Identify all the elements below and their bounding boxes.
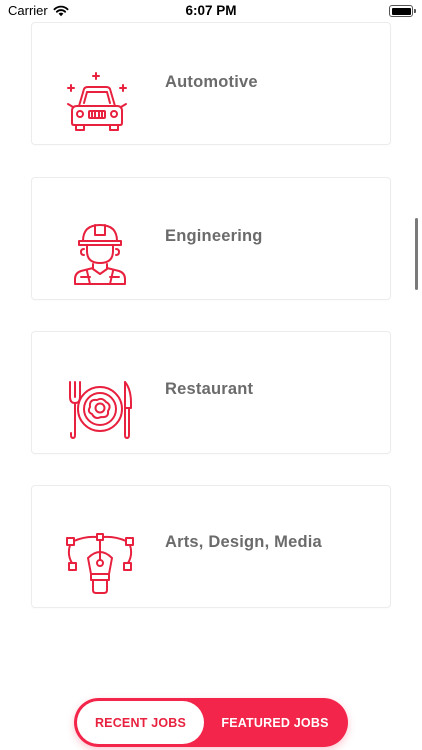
category-label: Arts, Design, Media (165, 533, 322, 551)
tab-featured-jobs[interactable]: FEATURED JOBS (206, 698, 344, 747)
category-label: Restaurant (165, 380, 254, 398)
category-card-arts-design-media[interactable]: Arts, Design, Media (31, 485, 391, 608)
jobs-tab-switch: RECENT JOBS FEATURED JOBS (74, 698, 348, 747)
category-label: Engineering (165, 227, 263, 245)
restaurant-icon (65, 375, 135, 445)
scroll-indicator[interactable] (415, 218, 418, 290)
pen-tool-icon (65, 530, 135, 600)
engineer-icon (65, 218, 135, 288)
tab-recent-jobs[interactable]: RECENT JOBS (77, 701, 204, 744)
status-time: 6:07 PM (185, 3, 237, 18)
car-icon (65, 69, 135, 139)
category-card-automotive[interactable]: Automotive (31, 22, 391, 145)
category-card-engineering[interactable]: Engineering (31, 177, 391, 300)
battery-icon (389, 5, 416, 17)
category-card-restaurant[interactable]: Restaurant (31, 331, 391, 454)
category-label: Automotive (165, 73, 258, 91)
status-bar: Carrier 6:07 PM (0, 0, 422, 24)
